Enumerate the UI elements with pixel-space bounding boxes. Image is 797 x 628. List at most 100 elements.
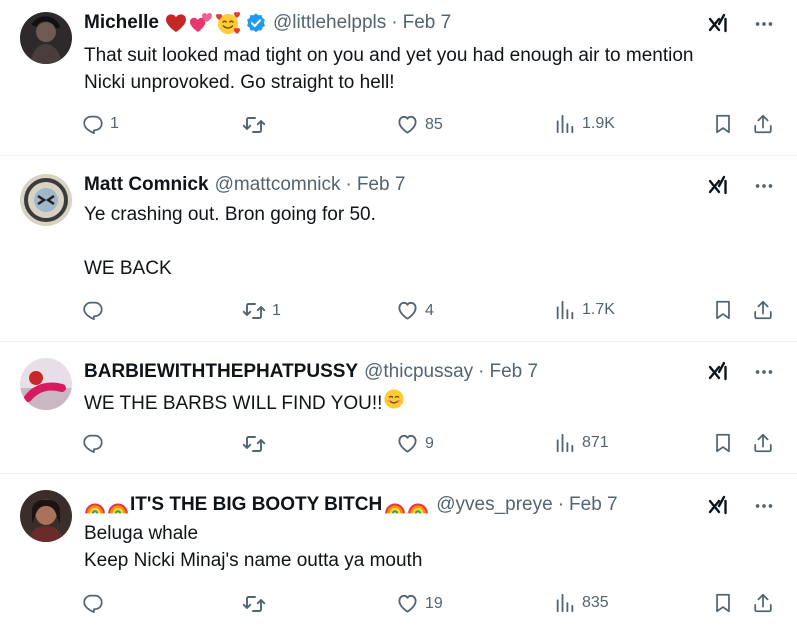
views-count: 871 — [582, 434, 609, 451]
more-icon[interactable] — [753, 175, 775, 197]
views-icon — [554, 592, 576, 614]
grok-icon[interactable] — [707, 494, 731, 518]
avatar[interactable] — [20, 12, 72, 64]
bookmark-icon — [712, 592, 734, 614]
retweet-button[interactable] — [242, 432, 272, 456]
reply-icon — [82, 432, 104, 454]
tweet-header: Michelle @littlehelppls · Feb 7 — [84, 10, 687, 36]
share-button[interactable] — [752, 113, 774, 135]
tweet-item[interactable]: IT'S THE BIG BOOTY BITCH @yves_preye · F… — [0, 474, 797, 628]
user-handle[interactable]: @mattcomnick — [215, 172, 341, 198]
user-handle[interactable]: @littlehelppls — [273, 10, 386, 36]
views-count: 1.9K — [582, 115, 615, 132]
bookmark-button[interactable] — [712, 113, 734, 135]
more-icon[interactable] — [753, 495, 775, 517]
views-icon — [554, 299, 576, 321]
tweet-item[interactable]: Michelle @littlehelppls · Feb 7 That sui… — [0, 0, 797, 156]
user-handle[interactable]: @yves_preye — [436, 492, 552, 518]
avatar[interactable] — [20, 358, 72, 410]
reply-button[interactable]: 1 — [82, 113, 119, 135]
bookmark-icon — [712, 432, 734, 454]
tweet-text: That suit looked mad tight on you and ye… — [84, 42, 757, 96]
retweet-icon — [242, 299, 266, 323]
retweet-button[interactable]: 1 — [242, 299, 281, 323]
smiling-face-with-hearts-icon — [215, 11, 241, 35]
tweet-text-spacer — [84, 228, 757, 255]
tweet-date[interactable]: Feb 7 — [357, 172, 406, 198]
more-icon[interactable] — [753, 13, 775, 35]
bookmark-button[interactable] — [712, 299, 734, 321]
retweet-count: 1 — [272, 302, 281, 319]
reply-button[interactable] — [82, 432, 110, 454]
like-icon — [396, 592, 419, 615]
share-button[interactable] — [752, 432, 774, 454]
tweet-header: BARBIEWITHTHEPHATPUSSY @thicpussay · Feb… — [84, 359, 687, 385]
avatar[interactable] — [20, 490, 72, 542]
views-button[interactable]: 871 — [554, 432, 609, 454]
grok-icon[interactable] — [707, 12, 731, 36]
share-button[interactable] — [752, 592, 774, 614]
tweet-text-line: Nicki unprovoked. Go straight to hell! — [84, 72, 395, 93]
like-icon — [396, 299, 419, 322]
tweet-header: IT'S THE BIG BOOTY BITCH @yves_preye · F… — [84, 492, 687, 518]
rainbow-icon — [84, 495, 106, 515]
bookmark-button[interactable] — [712, 592, 734, 614]
views-button[interactable]: 1.7K — [554, 299, 615, 321]
tweet-text-line: Ye crashing out. Bron going for 50. — [84, 204, 376, 225]
like-button[interactable]: 9 — [396, 432, 434, 455]
views-button[interactable]: 1.9K — [554, 113, 615, 135]
like-count: 19 — [425, 594, 443, 612]
like-icon — [396, 113, 419, 136]
more-icon[interactable] — [753, 361, 775, 383]
bookmark-icon — [712, 299, 734, 321]
bookmark-icon — [712, 113, 734, 135]
reply-icon — [82, 299, 104, 321]
separator: · — [478, 361, 485, 382]
display-name[interactable]: BARBIEWITHTHEPHATPUSSY — [84, 359, 358, 385]
like-button[interactable]: 4 — [396, 299, 434, 322]
share-icon — [752, 113, 774, 135]
user-handle[interactable]: @thicpussay — [364, 359, 473, 385]
reply-button[interactable] — [82, 299, 110, 321]
display-name[interactable]: IT'S THE BIG BOOTY BITCH — [130, 492, 382, 518]
tweet-text: WE THE BARBS WILL FIND YOU!! — [84, 388, 757, 418]
share-icon — [752, 432, 774, 454]
display-name[interactable]: Michelle — [84, 10, 159, 36]
share-icon — [752, 592, 774, 614]
grok-icon[interactable] — [707, 360, 731, 384]
like-button[interactable]: 85 — [396, 113, 443, 136]
tweet-date[interactable]: Feb 7 — [403, 10, 452, 36]
verified-badge-icon — [245, 12, 267, 34]
tweet-text-line: That suit looked mad tight on you and ye… — [84, 45, 694, 66]
tweet-actions: 19 835 — [82, 592, 779, 618]
rainbow-icon — [407, 495, 429, 515]
like-button[interactable]: 19 — [396, 592, 443, 615]
share-button[interactable] — [752, 299, 774, 321]
tweet-text: Ye crashing out. Bron going for 50. WE B… — [84, 201, 757, 282]
bookmark-button[interactable] — [712, 432, 734, 454]
tweet-actions: 1 85 1.9K — [82, 113, 779, 139]
like-icon — [396, 432, 419, 455]
retweet-button[interactable] — [242, 592, 272, 616]
tweet-item[interactable]: BARBIEWITHTHEPHATPUSSY @thicpussay · Feb… — [0, 342, 797, 474]
views-icon — [554, 113, 576, 135]
tweet-text-line: Keep Nicki Minaj's name outta ya mouth — [84, 550, 423, 571]
grok-icon[interactable] — [707, 174, 731, 198]
share-icon — [752, 299, 774, 321]
tweet-text-line: WE THE BARBS WILL FIND YOU!! — [84, 392, 383, 414]
reply-button[interactable] — [82, 592, 110, 614]
tweet-item[interactable]: Matt Comnick @mattcomnick · Feb 7 Ye cra… — [0, 156, 797, 342]
tweet-top-actions — [707, 494, 775, 518]
tweet-text: Beluga whale Keep Nicki Minaj's name out… — [84, 520, 757, 574]
tweet-top-actions — [707, 12, 775, 36]
display-name[interactable]: Matt Comnick — [84, 172, 209, 198]
separator: · — [391, 12, 398, 33]
rainbow-icon — [107, 495, 129, 515]
like-count: 4 — [425, 301, 434, 319]
views-button[interactable]: 835 — [554, 592, 609, 614]
tweet-date[interactable]: Feb 7 — [490, 359, 539, 385]
retweet-button[interactable] — [242, 113, 272, 137]
tweet-date[interactable]: Feb 7 — [569, 492, 618, 518]
avatar[interactable] — [20, 174, 72, 226]
like-count: 85 — [425, 115, 443, 133]
